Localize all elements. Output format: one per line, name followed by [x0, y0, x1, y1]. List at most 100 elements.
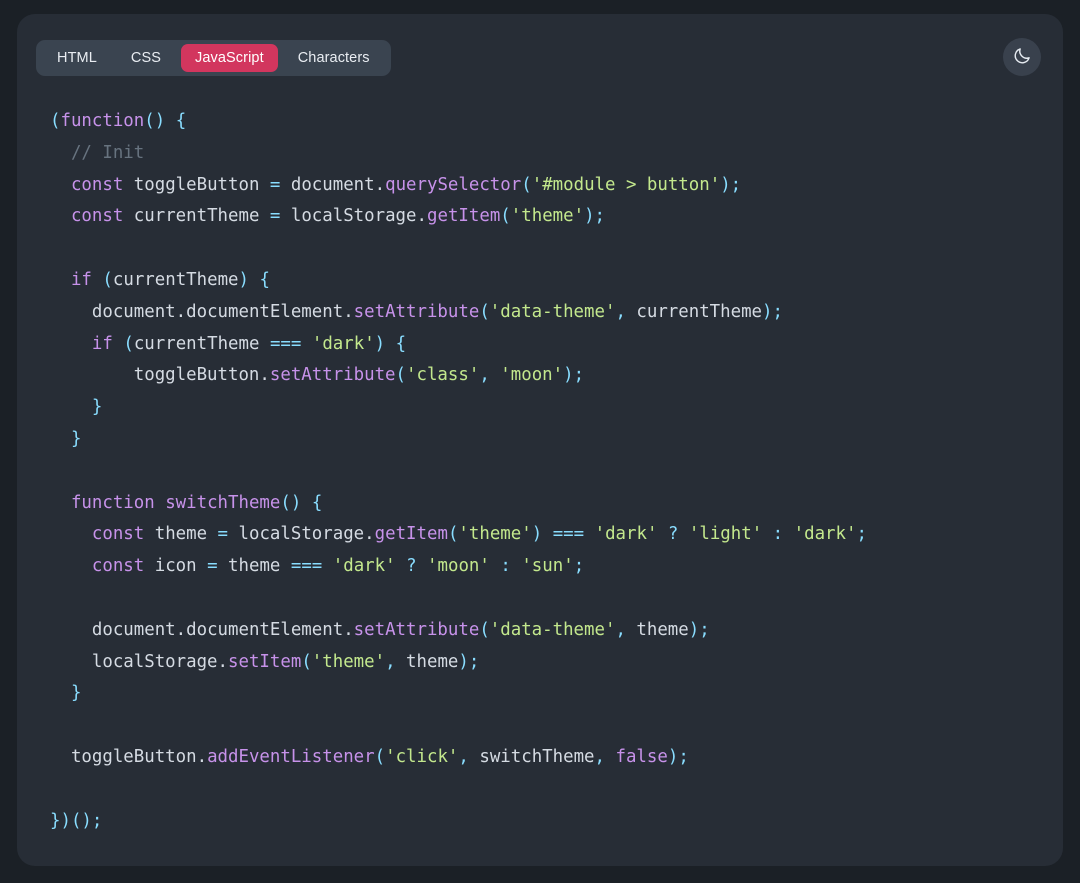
code-token: ?: [406, 556, 417, 577]
code-token: 'data-theme': [489, 301, 616, 322]
code-token: (: [123, 333, 134, 354]
code-token: {: [311, 492, 323, 513]
code-token: .: [416, 206, 427, 227]
code-token: setAttribute: [353, 301, 480, 322]
code-token: getItem: [374, 524, 448, 545]
code-line: localStorage.setItem('theme', theme);: [50, 647, 1043, 679]
code-token: ,: [385, 651, 396, 672]
theme-toggle-button[interactable]: [1003, 38, 1041, 76]
code-token: :: [500, 556, 511, 577]
tab-characters[interactable]: Characters: [284, 44, 384, 72]
code-line: function switchTheme() {: [50, 488, 1043, 520]
code-token: theme: [144, 524, 218, 545]
code-token: .: [343, 301, 354, 322]
code-token: document: [280, 174, 375, 195]
code-token: ?: [667, 524, 679, 545]
tab-html[interactable]: HTML: [43, 44, 111, 72]
code-line: }: [50, 678, 1043, 710]
code-token: 'theme': [311, 651, 386, 672]
code-token: }: [70, 683, 82, 704]
code-token: 'click': [385, 746, 459, 767]
code-line: (function() {: [50, 106, 1043, 138]
code-token: addEventListener: [207, 746, 375, 767]
code-token: (): [144, 111, 166, 131]
code-token: function: [70, 492, 155, 513]
code-token: setAttribute: [353, 619, 480, 640]
code-token: const: [91, 556, 145, 577]
code-token: switchTheme: [468, 746, 595, 767]
code-token: localStorage: [280, 206, 417, 227]
code-token: (: [395, 365, 407, 386]
code-token: theme: [395, 651, 459, 672]
code-token: .: [364, 524, 375, 545]
code-token: (: [521, 174, 532, 195]
code-token: false: [615, 746, 668, 767]
language-tabbar[interactable]: HTML CSS JavaScript Characters: [36, 40, 391, 76]
code-token: function: [60, 111, 145, 131]
code-token: document: [50, 301, 176, 322]
code-token: .: [175, 619, 187, 640]
tab-javascript[interactable]: JavaScript: [181, 44, 278, 72]
tab-css[interactable]: CSS: [117, 44, 175, 72]
code-token: setItem: [228, 651, 302, 672]
code-token: switchTheme: [165, 492, 281, 513]
code-editor[interactable]: (function() { // Init const toggleButton…: [50, 106, 1043, 852]
code-token: ,: [458, 746, 469, 767]
code-token: {: [259, 269, 270, 290]
code-token: ,: [615, 301, 626, 322]
code-token: );: [667, 746, 689, 767]
code-token: querySelector: [385, 174, 522, 195]
code-token: }: [50, 810, 61, 831]
code-token: ===: [290, 556, 323, 577]
code-token: setAttribute: [269, 365, 396, 386]
code-token: ): [238, 269, 249, 290]
code-token: '#module > button': [531, 174, 721, 195]
code-line: document.documentElement.setAttribute('d…: [50, 615, 1043, 647]
code-token: );: [688, 619, 710, 640]
code-token: currentTheme: [112, 269, 239, 290]
code-token: 'dark': [594, 524, 658, 545]
code-token: documentElement: [186, 619, 344, 640]
code-token: (: [102, 269, 113, 290]
code-token: 'moon': [500, 365, 564, 386]
code-token: =: [269, 174, 281, 195]
code-token: (: [479, 301, 490, 322]
code-line: if (currentTheme) {: [50, 265, 1043, 297]
code-token: const: [70, 174, 124, 195]
code-token: currentTheme: [625, 301, 763, 322]
code-token: getItem: [427, 206, 501, 227]
app-root: HTML CSS JavaScript Characters (function() …: [0, 0, 1080, 883]
code-token: (: [374, 746, 386, 767]
code-token: }: [91, 397, 103, 418]
code-token: .: [343, 619, 354, 640]
code-line: const theme = localStorage.getItem('them…: [50, 519, 1043, 551]
code-token: (): [280, 492, 302, 513]
code-token: .: [217, 651, 229, 672]
code-line: }: [50, 424, 1043, 456]
code-token: const: [91, 524, 145, 545]
code-token: {: [175, 111, 187, 131]
code-token: (: [301, 651, 312, 672]
code-token: currentTheme: [123, 206, 270, 227]
code-token: ): [374, 333, 386, 354]
code-token: 'light': [688, 524, 763, 545]
